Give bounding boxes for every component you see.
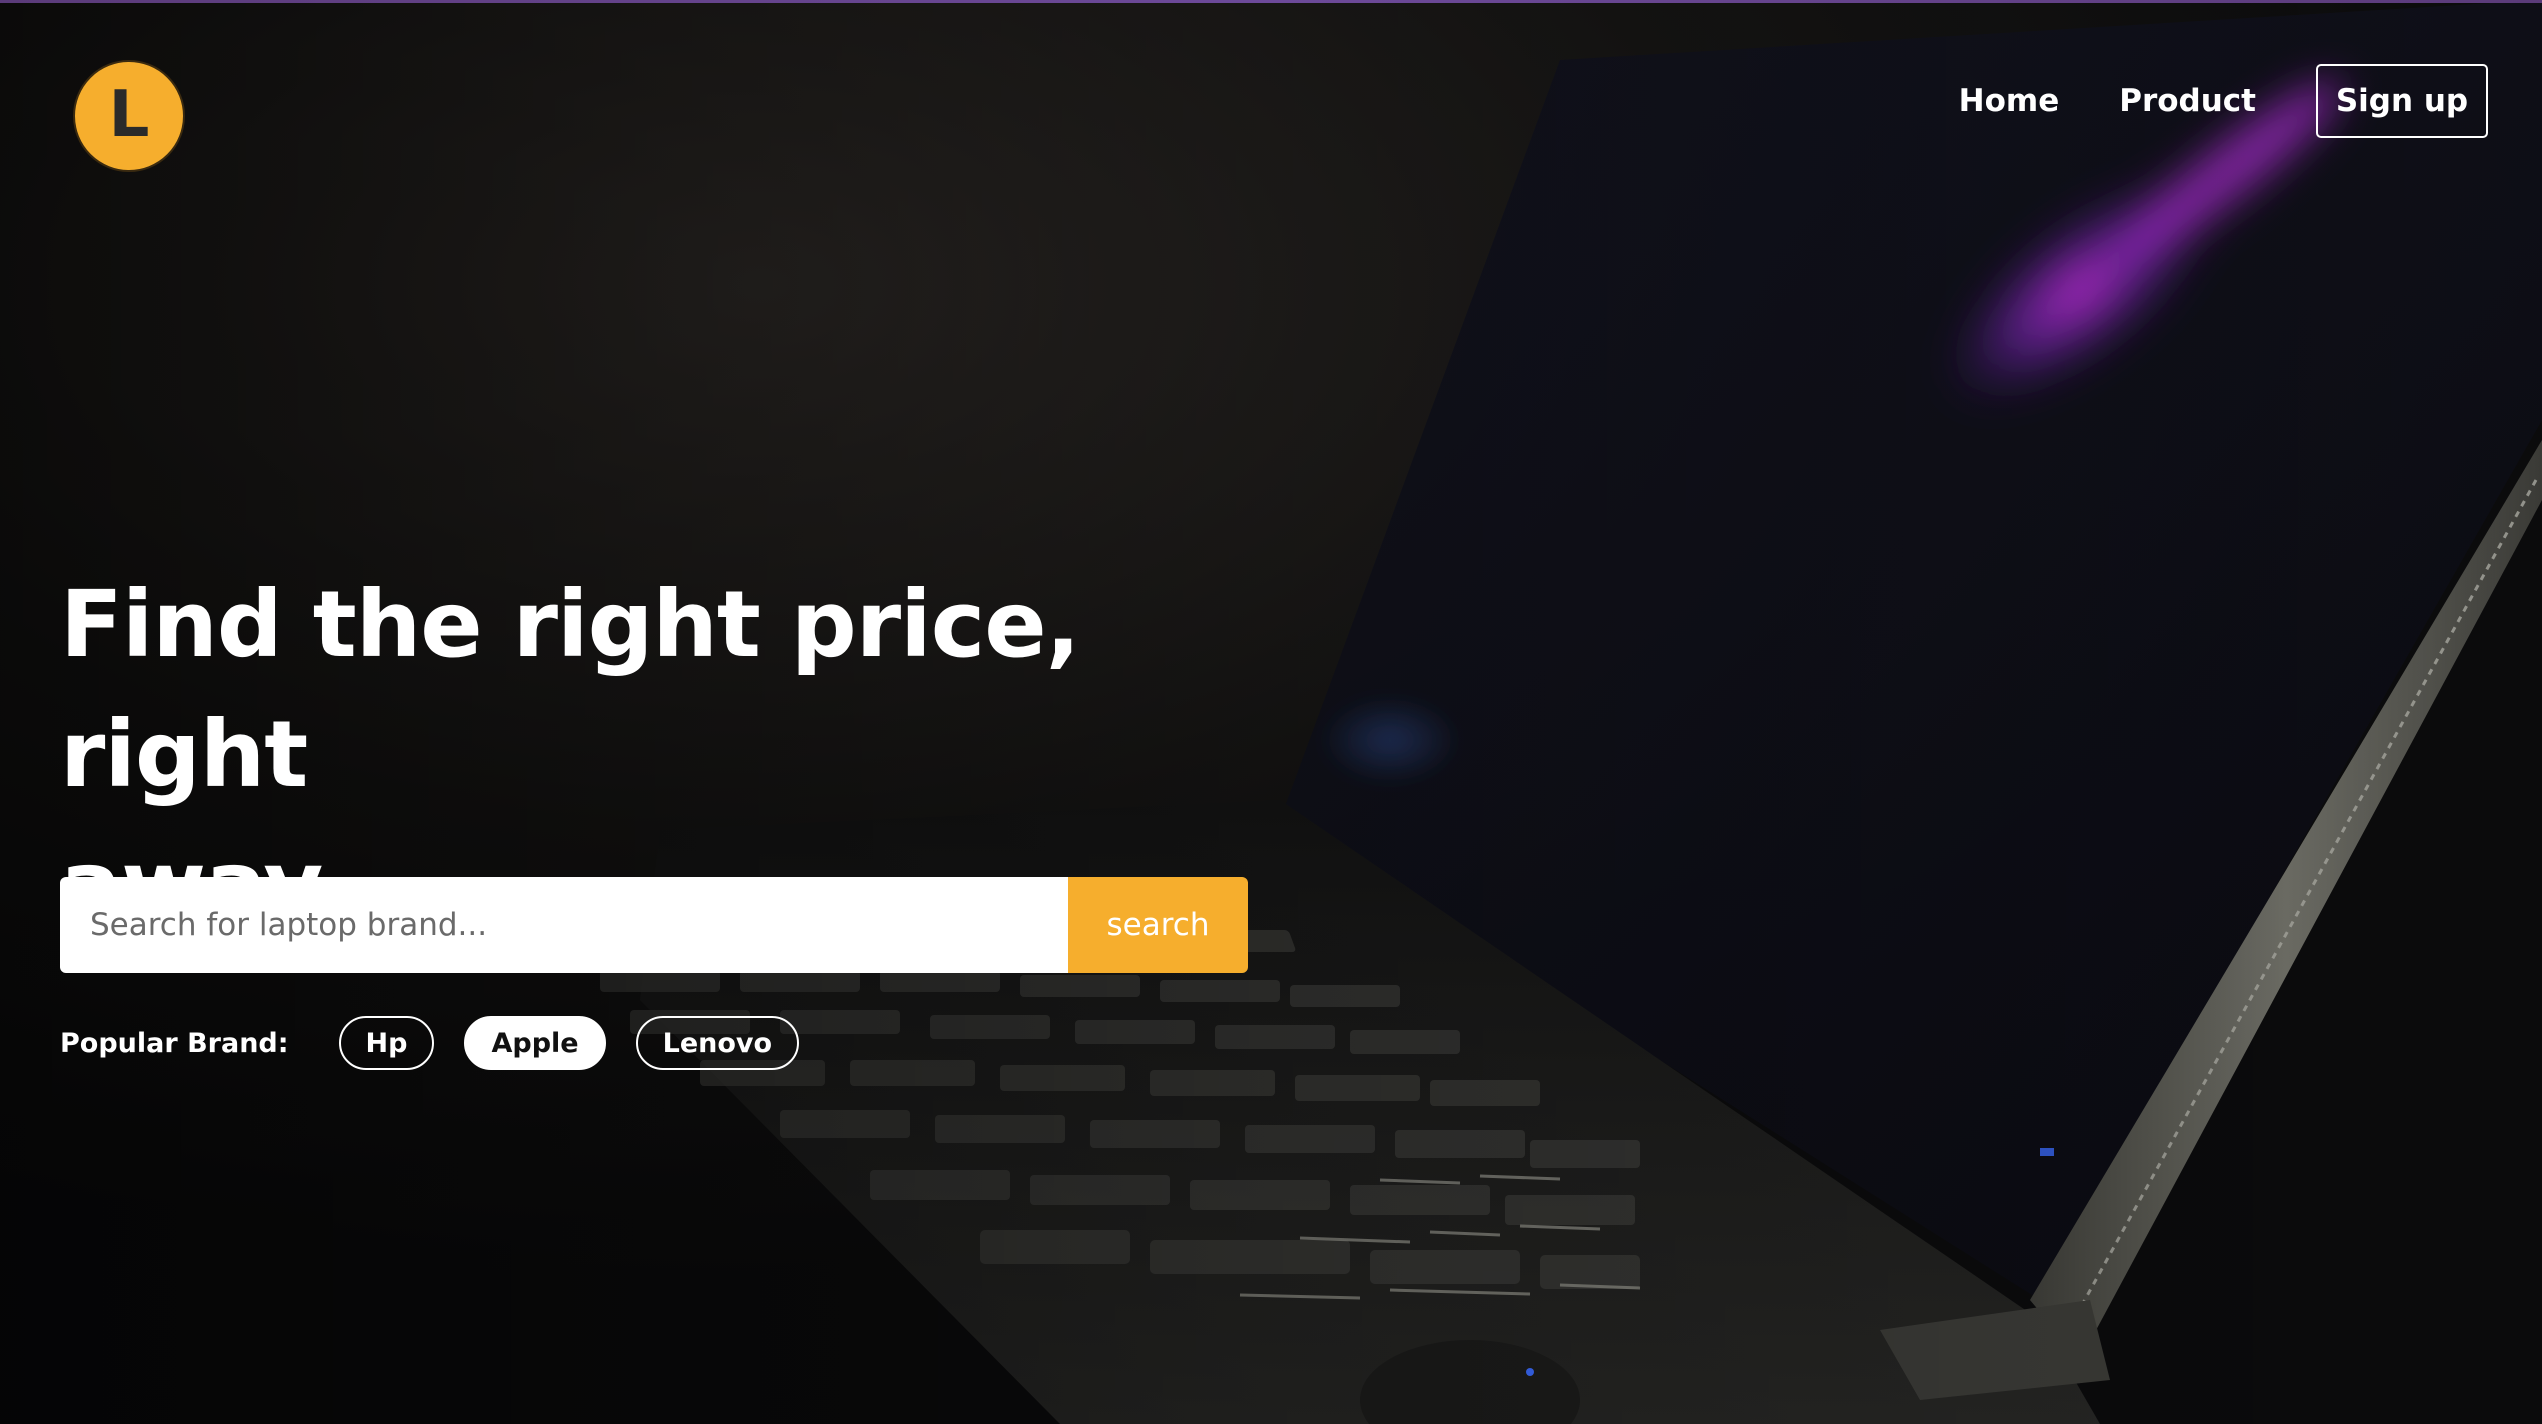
brand-pill-hp[interactable]: Hp — [338, 1016, 435, 1070]
logo-letter: L — [108, 78, 150, 152]
popular-brands: Popular Brand: Hp Apple Lenovo — [60, 1016, 829, 1070]
search-input[interactable] — [60, 877, 1068, 973]
nav-product-link[interactable]: Product — [2119, 83, 2256, 119]
brand-pill-apple[interactable]: Apple — [464, 1016, 606, 1070]
brand-pill-lenovo[interactable]: Lenovo — [635, 1016, 800, 1070]
signup-button[interactable]: Sign up — [2316, 64, 2488, 138]
top-navigation: Home Product Sign up — [1959, 64, 2488, 138]
landing-page: L Home Product Sign up Find the right pr… — [0, 0, 2542, 1424]
search-button[interactable]: search — [1068, 877, 1248, 973]
top-accent-bar — [0, 0, 2542, 3]
search-bar: search — [60, 877, 1248, 973]
nav-home-link[interactable]: Home — [1959, 83, 2060, 119]
brand-logo[interactable]: L — [73, 60, 185, 172]
popular-brands-label: Popular Brand: — [60, 1027, 289, 1059]
hero-headline-line1: Find the right price, right — [60, 571, 1081, 808]
